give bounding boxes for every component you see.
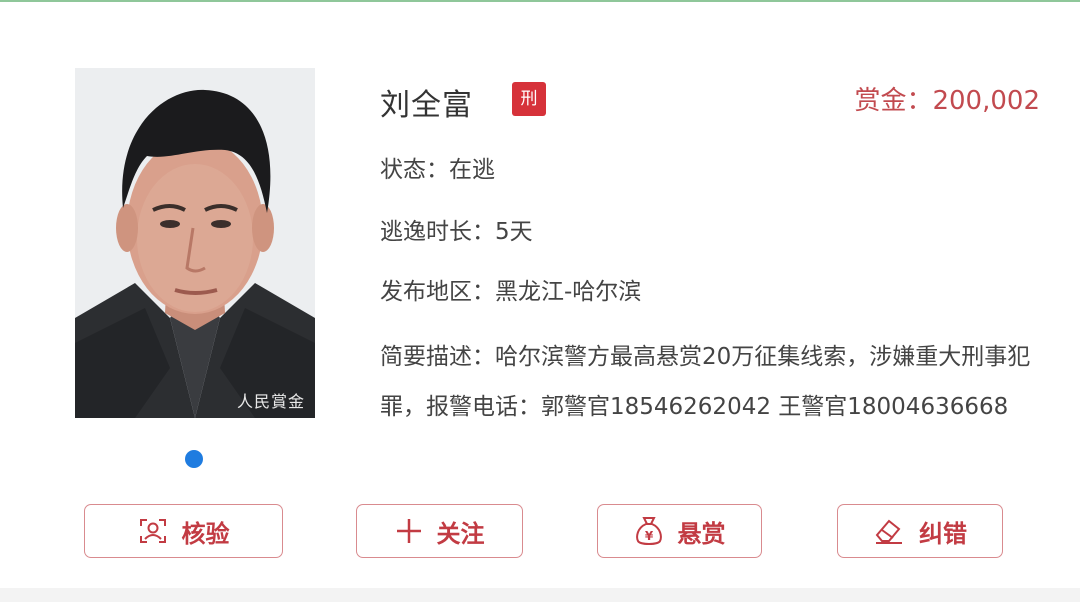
eraser-icon bbox=[873, 517, 905, 545]
duration-row: 逃逸时长：5天 bbox=[380, 212, 533, 246]
reward-amount: 赏金：200,002 bbox=[854, 80, 1040, 117]
description-block: 简要描述：哈尔滨警方最高悬赏20万征集线索，涉嫌重大刑事犯罪，报警电话：郭警官1… bbox=[380, 332, 1050, 432]
status-value: 在逃 bbox=[449, 157, 495, 183]
duration-value: 5天 bbox=[495, 219, 533, 245]
status-row: 状态：在逃 bbox=[380, 150, 495, 184]
reward-label: 赏金： bbox=[854, 86, 933, 116]
verify-button[interactable]: 核验 bbox=[84, 504, 283, 558]
status-label: 状态： bbox=[380, 157, 449, 183]
correct-button[interactable]: 纠错 bbox=[837, 504, 1003, 558]
plus-icon bbox=[395, 517, 423, 545]
money-bag-icon: ¥ bbox=[634, 515, 664, 547]
follow-button[interactable]: 关注 bbox=[356, 504, 523, 558]
photo-watermark: 人民賞金 bbox=[236, 392, 305, 411]
region-label: 发布地区： bbox=[380, 279, 495, 305]
verify-label: 核验 bbox=[181, 519, 230, 548]
carousel-indicator-dot[interactable] bbox=[185, 450, 203, 468]
region-row: 发布地区：黑龙江-哈尔滨 bbox=[380, 272, 641, 306]
face-scan-icon bbox=[138, 516, 168, 546]
suspect-name: 刘全富 bbox=[380, 88, 473, 123]
reward-button[interactable]: ¥ 悬赏 bbox=[597, 504, 762, 558]
description-label: 简要描述： bbox=[380, 344, 495, 370]
follow-label: 关注 bbox=[436, 519, 485, 548]
suspect-photo[interactable]: 人民賞金 bbox=[75, 68, 315, 418]
duration-label: 逃逸时长： bbox=[380, 219, 495, 245]
portrait-image bbox=[75, 68, 315, 418]
reward-label-button: 悬赏 bbox=[677, 519, 726, 548]
region-value: 黑龙江-哈尔滨 bbox=[495, 279, 642, 305]
svg-text:¥: ¥ bbox=[644, 529, 653, 543]
reward-value: 200,002 bbox=[932, 86, 1040, 116]
correct-label: 纠错 bbox=[919, 519, 967, 548]
criminal-badge: 刑 bbox=[512, 82, 546, 116]
suspect-card: 人民賞金 刘全富 刑 赏金：200,002 状态：在逃 逃逸时长：5天 发布地区… bbox=[0, 0, 1080, 588]
